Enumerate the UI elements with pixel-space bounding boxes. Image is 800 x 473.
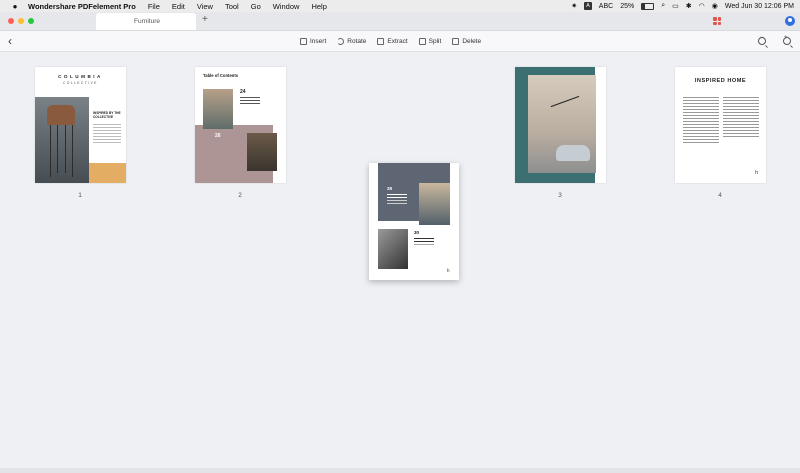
zoom-window-button[interactable] <box>28 18 34 24</box>
room-photo <box>528 75 596 173</box>
page4-title: INSPIRED HOME <box>694 78 747 84</box>
chair-photo-2 <box>247 133 277 171</box>
floating-number-30: 30 <box>414 230 420 235</box>
page-number-2: 2 <box>238 192 242 199</box>
page-thumbnail-2[interactable]: Table of Contents 24 26 <box>195 67 286 183</box>
insert-icon <box>300 37 307 45</box>
page4-logo: h <box>755 170 758 176</box>
chair-photo <box>35 97 89 183</box>
insert-button[interactable]: Insert <box>300 37 327 45</box>
split-icon <box>418 37 426 45</box>
menu-file[interactable]: File <box>148 2 160 11</box>
minimize-window-button[interactable] <box>18 18 24 24</box>
page-thumbnail-4[interactable]: INSPIRED HOME h <box>675 67 766 183</box>
tab-bar: Furniture + <box>0 12 800 31</box>
input-source-icon[interactable]: A <box>584 2 592 10</box>
page-number-1: 1 <box>78 192 82 199</box>
dragged-page-thumbnail[interactable]: 28 30 h <box>369 163 459 280</box>
page2-toc-title: Table of Contents <box>203 73 239 78</box>
page-number-3: 3 <box>558 192 562 199</box>
texture-photo <box>378 229 408 269</box>
new-tab-button[interactable]: + <box>202 14 208 25</box>
tab-furniture[interactable]: Furniture <box>96 13 196 30</box>
extract-label: Extract <box>387 37 408 45</box>
control-center-icon[interactable]: ▭ <box>672 2 679 10</box>
floating-number-28: 28 <box>387 186 393 191</box>
menu-window[interactable]: Window <box>273 2 300 11</box>
floating-logo: h <box>447 268 450 273</box>
split-button[interactable]: Split <box>418 37 442 45</box>
apps-grid-icon[interactable] <box>713 17 721 25</box>
status-area: ✷ A ABC 25% ⌕ ▭ ✱ ◠ ◉ Wed Jun 30 12:06 P… <box>571 0 794 12</box>
extract-button[interactable]: Extract <box>377 37 408 45</box>
rotate-label: Rotate <box>347 37 367 45</box>
page1-accent-block <box>89 163 126 183</box>
rotate-button[interactable]: Rotate <box>337 37 367 45</box>
page1-heading: INSPIRED BY THE COLLECTIVE <box>93 111 121 119</box>
page1-brand: COLUMBIA <box>58 74 103 79</box>
menu-help[interactable]: Help <box>311 2 326 11</box>
menu-edit[interactable]: Edit <box>172 2 185 11</box>
battery-percent[interactable]: 25% <box>620 3 634 10</box>
wifi-icon[interactable]: ◠ <box>699 2 705 10</box>
delete-label: Delete <box>462 37 482 45</box>
apple-icon[interactable]: ● <box>10 2 20 11</box>
account-avatar[interactable] <box>785 16 795 26</box>
page-thumbnail-3[interactable] <box>515 67 606 183</box>
split-label: Split <box>428 37 442 45</box>
zoom-out-icon[interactable] <box>758 35 766 45</box>
menu-view[interactable]: View <box>197 2 213 11</box>
input-source-label[interactable]: ABC <box>599 3 613 10</box>
page-thumbnail-1[interactable]: COLUMBIA COLLECTIVE INSPIRED BY THE COLL… <box>35 67 126 183</box>
people-photo <box>419 183 450 225</box>
siri-icon[interactable]: ◉ <box>712 2 718 10</box>
menu-tool[interactable]: Tool <box>225 2 239 11</box>
menu-bar: ● Wondershare PDFelement Pro File Edit V… <box>0 0 800 12</box>
toc-number-26: 26 <box>215 133 221 139</box>
battery-icon[interactable] <box>641 2 655 10</box>
toc-number-24: 24 <box>240 89 246 95</box>
menu-go[interactable]: Go <box>251 2 261 11</box>
brightness-icon[interactable]: ✷ <box>571 2 577 10</box>
trash-icon <box>452 37 460 45</box>
close-window-button[interactable] <box>8 18 14 24</box>
bluetooth-icon[interactable]: ✱ <box>686 2 692 10</box>
window-controls <box>8 18 34 24</box>
extract-icon <box>377 37 385 45</box>
page-toolbar: ‹ Insert Rotate Extract Split Delete <box>0 31 800 52</box>
back-chevron-icon[interactable]: ‹ <box>8 34 12 48</box>
search-icon[interactable]: ⌕ <box>661 2 665 10</box>
app-name-menu[interactable]: Wondershare PDFelement Pro <box>28 2 136 11</box>
window-bottom-edge <box>0 468 800 473</box>
zoom-in-icon[interactable] <box>783 35 791 45</box>
interior-photo <box>203 89 233 129</box>
page1-brand-sub: COLLECTIVE <box>63 81 98 85</box>
page-number-4: 4 <box>718 192 722 199</box>
clock[interactable]: Wed Jun 30 12:06 PM <box>725 3 794 10</box>
delete-button[interactable]: Delete <box>452 37 482 45</box>
insert-label: Insert <box>310 37 327 45</box>
rotate-icon <box>337 37 345 45</box>
